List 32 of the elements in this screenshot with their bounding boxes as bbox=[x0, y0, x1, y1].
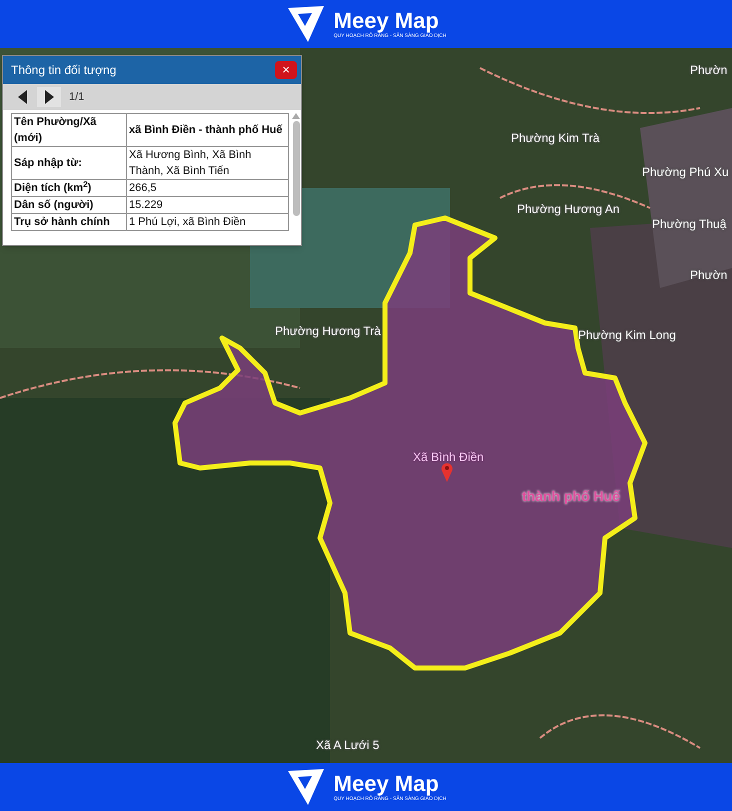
field-value: xã Bình Điền - thành phố Huế bbox=[126, 114, 289, 146]
field-value: Xã Hương Bình, Xã Bình Thành, Xã Bình Tiến bbox=[126, 146, 289, 180]
field-value: 1 Phú Lợi, xã Bình Điền bbox=[126, 214, 289, 230]
map-label: Phường Thuậ bbox=[652, 216, 726, 233]
field-label: Diện tích (km$^{2}$) bbox=[12, 180, 126, 196]
map-label: Phườn bbox=[690, 267, 728, 284]
field-value: 15.229 bbox=[126, 196, 289, 214]
field-value: 266,5 bbox=[126, 180, 289, 196]
map-label: Xã Bình Điền bbox=[413, 449, 484, 466]
field-label: Trụ sở hành chính bbox=[12, 214, 126, 230]
right-triangle-icon bbox=[44, 90, 54, 104]
map-label: Xã A Lưới 5 bbox=[316, 737, 380, 754]
next-button[interactable] bbox=[37, 87, 61, 107]
logo-icon bbox=[286, 767, 326, 807]
map-label: Phường Phú Xu bbox=[642, 164, 729, 181]
map-label: thành phố Huế bbox=[522, 487, 620, 506]
field-label: Sáp nhập từ: bbox=[12, 146, 126, 180]
close-button[interactable]: × bbox=[275, 61, 297, 79]
map-label: Phườn bbox=[690, 62, 728, 79]
brand-name: Meey Map bbox=[334, 8, 440, 32]
popup-title: Thông tin đối tượng bbox=[11, 62, 116, 79]
logo-icon bbox=[286, 4, 326, 44]
map-pin-icon bbox=[441, 462, 453, 482]
brand-name: Meey Map bbox=[334, 772, 440, 796]
left-triangle-icon bbox=[18, 90, 26, 104]
map-label: Phường Kim Long bbox=[578, 327, 676, 344]
map-label: Phường Hương Trà bbox=[275, 323, 381, 340]
field-label: Tên Phường/Xã (mới) bbox=[12, 114, 126, 146]
page-counter: 1/1 bbox=[69, 90, 84, 105]
map-label: Phường Hương An bbox=[517, 201, 620, 218]
field-label: Dân số (người) bbox=[12, 196, 126, 214]
map-label: Phường Kim Trà bbox=[511, 130, 600, 147]
